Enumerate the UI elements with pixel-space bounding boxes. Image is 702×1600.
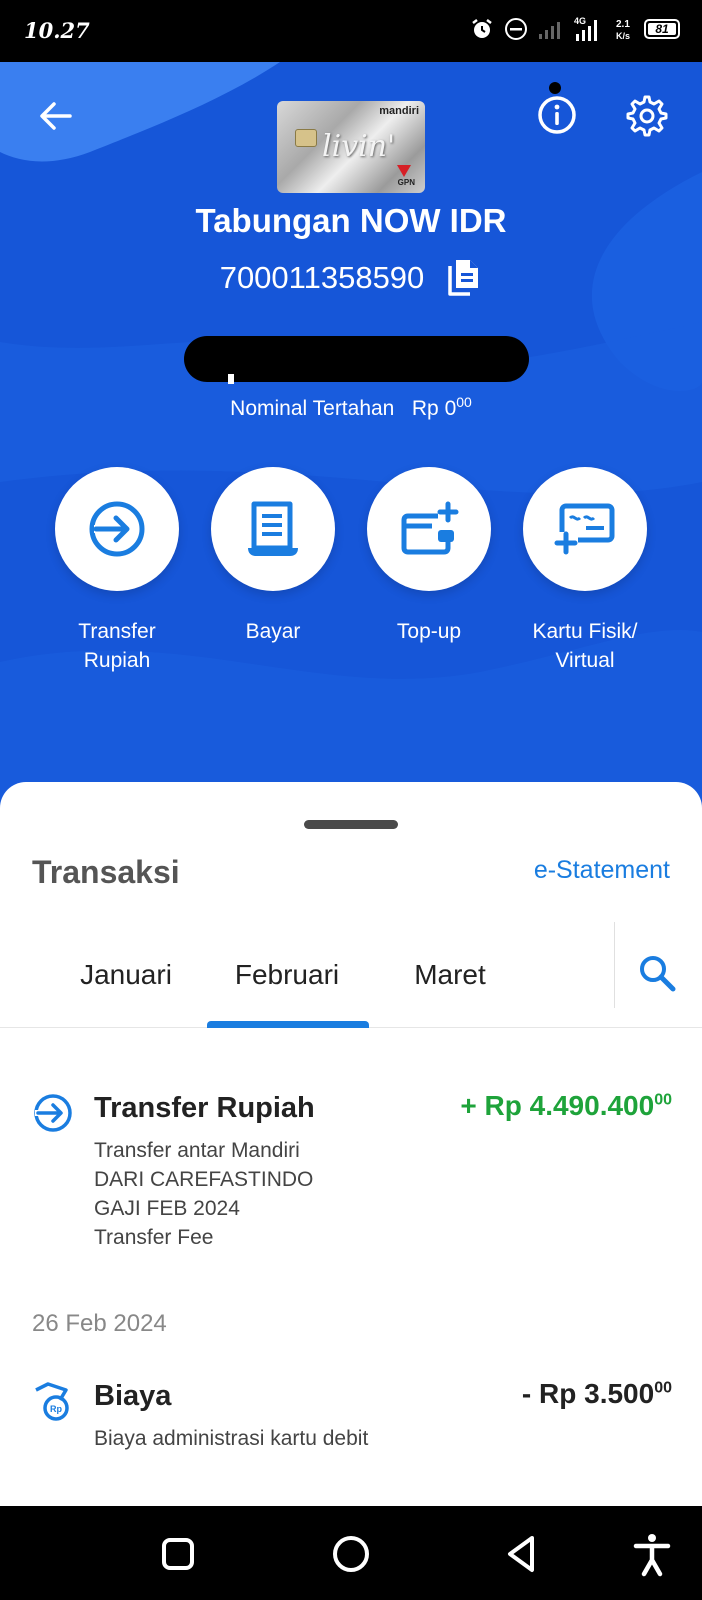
transaction-sheet: Transaksi e-Statement Januari Februari M… xyxy=(0,782,702,1506)
sheet-drag-handle[interactable] xyxy=(304,820,398,829)
status-time: 10.27 xyxy=(24,18,90,43)
held-amount: Rp 0 xyxy=(411,397,457,420)
action-topup-circle[interactable] xyxy=(367,467,491,591)
svg-text:4G: 4G xyxy=(574,16,586,26)
action-bayar[interactable]: Bayar xyxy=(198,467,348,646)
transaction-amount: + Rp 4.490.40000 xyxy=(460,1090,672,1121)
transaction-amount: - Rp 3.50000 xyxy=(521,1378,672,1409)
search-button[interactable] xyxy=(636,952,678,994)
copy-icon xyxy=(448,260,479,296)
held-label: Nominal Tertahan xyxy=(230,397,395,420)
circle-icon xyxy=(333,1536,369,1572)
battery-level: 81 xyxy=(655,22,669,36)
account-header: mandiri livin' GPN Tabungan NOW IDR 7000… xyxy=(0,62,702,822)
debit-card-image: mandiri livin' GPN xyxy=(277,101,425,193)
status-icons: 4G 2.1 K/s 81 xyxy=(470,16,680,42)
svg-text:2.1: 2.1 xyxy=(616,19,630,30)
action-label: Bayar xyxy=(245,620,301,643)
data-speed-icon: 2.1 K/s xyxy=(616,19,630,41)
transaction-date-header: 26 Feb 2024 xyxy=(32,1310,167,1337)
back-button[interactable] xyxy=(36,96,76,136)
active-tab-indicator xyxy=(207,1021,369,1028)
tab-januari[interactable]: Januari xyxy=(46,922,206,1028)
balance-fragment xyxy=(228,374,234,384)
account-name: Tabungan NOW IDR xyxy=(195,202,507,239)
action-transfer-circle[interactable] xyxy=(55,467,179,591)
card-brand: mandiri xyxy=(379,105,419,117)
transaction-title: Biaya xyxy=(94,1380,172,1412)
action-kartu-fisik-virtual[interactable]: Kartu Fisik/ Virtual xyxy=(510,467,660,675)
card-chip xyxy=(295,129,317,147)
tab-februari[interactable]: Februari xyxy=(207,922,367,1028)
system-nav-bar xyxy=(0,1506,702,1600)
action-label: Transfer Rupiah xyxy=(78,620,156,672)
section-title: Transaksi xyxy=(32,854,180,890)
action-label: Top-up xyxy=(396,620,462,643)
svg-text:Rp: Rp xyxy=(50,1404,62,1414)
info-button[interactable] xyxy=(536,94,578,136)
held-cents: 00 xyxy=(456,394,472,410)
triangle-back-icon xyxy=(508,1536,534,1572)
signal-strong-icon: 4G xyxy=(574,16,597,41)
signal-weak-icon xyxy=(539,22,560,39)
card-plus-icon xyxy=(554,503,615,555)
arrow-left-icon xyxy=(40,102,72,130)
action-label: Kartu Fisik/ Virtual xyxy=(532,620,638,672)
month-tabs: Januari Februari Maret xyxy=(0,922,702,1028)
svg-text:K/s: K/s xyxy=(616,31,630,41)
card-network: GPN xyxy=(397,178,415,187)
accessibility-icon xyxy=(633,1534,671,1577)
held-amount-row: Nominal Tertahan Rp 000 xyxy=(0,394,702,421)
status-bar: 10.27 4G 2.1 K/s 81 xyxy=(0,0,702,62)
bill-icon xyxy=(248,501,298,556)
e-statement-link[interactable]: e-Statement xyxy=(534,856,670,885)
action-card-circle[interactable] xyxy=(523,467,647,591)
gear-icon xyxy=(626,95,668,137)
action-transfer-rupiah[interactable]: Transfer Rupiah xyxy=(42,467,192,675)
fee-icon: Rp xyxy=(35,1382,69,1421)
transaction-title: Transfer Rupiah xyxy=(94,1092,315,1124)
battery-icon: 81 xyxy=(644,19,680,39)
action-bayar-circle[interactable] xyxy=(211,467,335,591)
back-nav-button[interactable] xyxy=(498,1530,546,1578)
account-number: 700011358590 xyxy=(219,260,425,295)
home-button[interactable] xyxy=(327,1530,375,1578)
transfer-icon xyxy=(89,501,145,557)
card-script: livin' xyxy=(322,129,396,164)
account-number-row: 700011358590 xyxy=(0,258,702,298)
alarm-icon xyxy=(472,19,492,38)
settings-button[interactable] xyxy=(625,94,669,138)
gpn-logo-icon xyxy=(397,165,411,177)
tabs-divider xyxy=(614,922,615,1008)
transfer-icon xyxy=(34,1094,72,1132)
info-icon xyxy=(538,96,576,134)
search-icon xyxy=(640,956,676,992)
accessibility-button[interactable] xyxy=(628,1530,676,1578)
do-not-disturb-icon xyxy=(505,18,527,40)
transaction-details: Biaya administrasi kartu debit xyxy=(94,1427,369,1450)
recent-apps-button[interactable] xyxy=(154,1530,202,1578)
tab-maret[interactable]: Maret xyxy=(370,922,530,1028)
copy-account-button[interactable] xyxy=(444,258,482,298)
wallet-plus-icon xyxy=(401,501,459,555)
notification-dot xyxy=(549,82,561,94)
square-icon xyxy=(162,1538,194,1570)
transaction-details: Transfer antar Mandiri DARI CAREFASTINDO… xyxy=(94,1139,314,1249)
action-top-up[interactable]: Top-up xyxy=(354,467,504,646)
balance-redacted xyxy=(184,336,529,382)
